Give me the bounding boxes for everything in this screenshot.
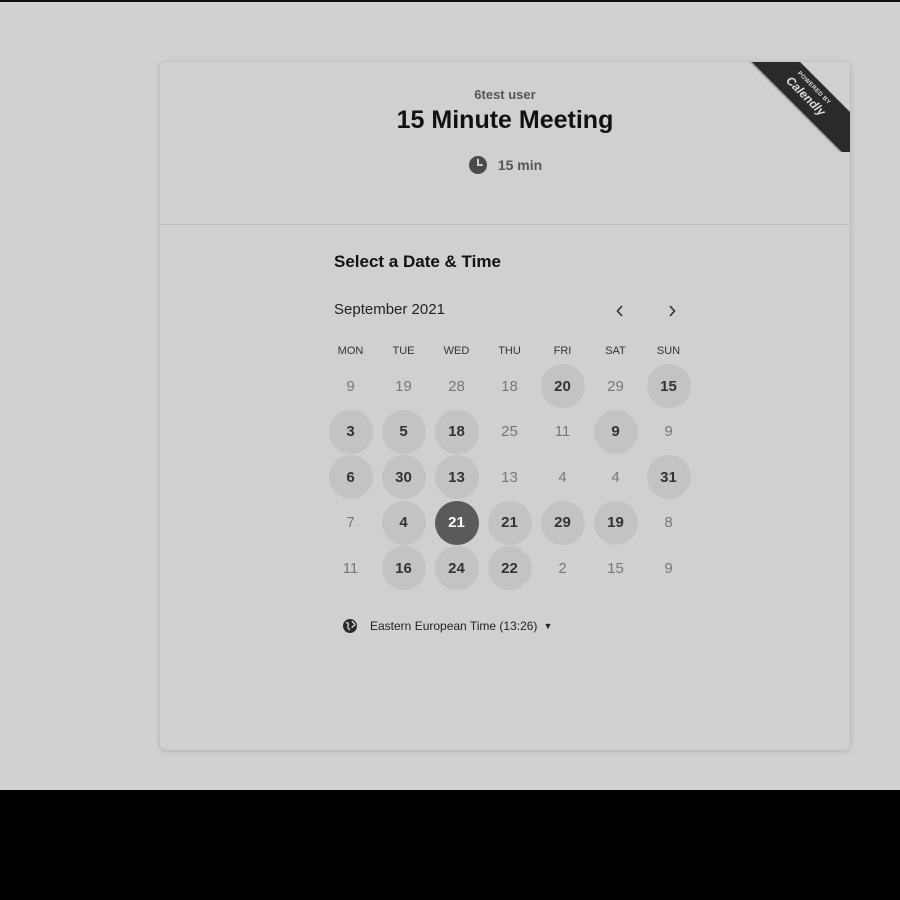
available-day[interactable]: 22 (487, 546, 532, 590)
weekday-label: TUE (392, 345, 415, 357)
available-day[interactable]: 30 (381, 455, 426, 499)
calendar-day: 18 (501, 377, 518, 395)
calendar-day: 11 (342, 559, 359, 577)
weekday-header: MON TUE WED THU FRI SAT SUN (324, 345, 694, 361)
chevron-left-icon (616, 305, 623, 317)
available-day[interactable]: 13 (434, 455, 479, 499)
calendar-day: 19 (395, 377, 412, 395)
calendar-day: 28 (448, 377, 465, 395)
calendar-day: 29 (607, 377, 624, 395)
timezone-label: Eastern European Time (13:26) (370, 619, 538, 633)
caret-down-icon: ▼ (543, 621, 553, 631)
available-day[interactable]: 19 (593, 500, 638, 545)
available-day[interactable]: 24 (434, 546, 479, 590)
calendar-day: 9 (346, 377, 355, 395)
weekday-label: THU (498, 345, 521, 357)
available-day[interactable]: 4 (381, 500, 426, 545)
available-day[interactable]: 5 (381, 409, 426, 454)
event-duration: 15 min (160, 155, 850, 175)
calendar-day: 11 (554, 423, 571, 440)
calendar-day: 25 (501, 423, 518, 440)
timezone-selector[interactable]: Eastern European Time (13:26) ▼ (342, 618, 552, 634)
calendar-day: 9 (664, 423, 673, 440)
weekday-label: SAT (605, 345, 626, 357)
month-navigation: September 2021 (334, 299, 688, 323)
powered-by-ribbon[interactable]: POWERED BY Calendly (745, 62, 850, 152)
weekday-label: MON (337, 345, 364, 357)
available-day[interactable]: 6 (328, 455, 373, 499)
calendar-day: 2 (558, 559, 567, 577)
clock-icon (468, 155, 488, 175)
available-day[interactable]: 21 (487, 500, 532, 545)
available-day[interactable]: 16 (381, 546, 426, 590)
next-month-button[interactable] (660, 299, 684, 323)
available-day[interactable]: 31 (646, 455, 691, 499)
calendar-day: 13 (501, 468, 518, 486)
month-label: September 2021 (334, 301, 445, 318)
duration-label: 15 min (497, 157, 543, 173)
available-day[interactable]: 18 (434, 409, 479, 454)
previous-month-button[interactable] (608, 299, 632, 323)
available-day[interactable]: 3 (328, 409, 373, 454)
available-day[interactable]: 20 (540, 364, 585, 408)
calendar-day: 4 (558, 468, 567, 486)
weekday-label: SUN (656, 345, 681, 357)
page-background: 6test user 15 Minute Meeting 15 min POWE… (0, 0, 900, 790)
available-day[interactable]: 29 (540, 500, 585, 545)
selected-day[interactable]: 21 (434, 500, 479, 545)
ribbon-band: POWERED BY Calendly (745, 62, 850, 152)
chevron-right-icon (669, 305, 676, 317)
ribbon-powered-by: POWERED BY (795, 70, 832, 107)
scheduling-card: 6test user 15 Minute Meeting 15 min POWE… (160, 62, 850, 750)
available-day[interactable]: 9 (593, 409, 638, 454)
picker-title: Select a Date & Time (334, 252, 501, 271)
weekday-label: WED (443, 345, 470, 357)
calendar-day: 15 (607, 559, 624, 577)
globe-icon (342, 618, 358, 634)
bottom-letterbox (0, 790, 900, 900)
calendar-grid: 9 19 28 18 20 29 15 3 5 18 25 11 9 9 6 30 13 13 4 4 31 7 4 21 21… (324, 362, 694, 602)
available-day[interactable]: 15 (646, 364, 691, 408)
calendar-day: 7 (346, 514, 355, 531)
calendar-day: 9 (664, 559, 673, 577)
calendar-day: 8 (664, 514, 673, 531)
weekday-label: FRI (553, 345, 572, 357)
calendar-day: 4 (611, 468, 620, 486)
